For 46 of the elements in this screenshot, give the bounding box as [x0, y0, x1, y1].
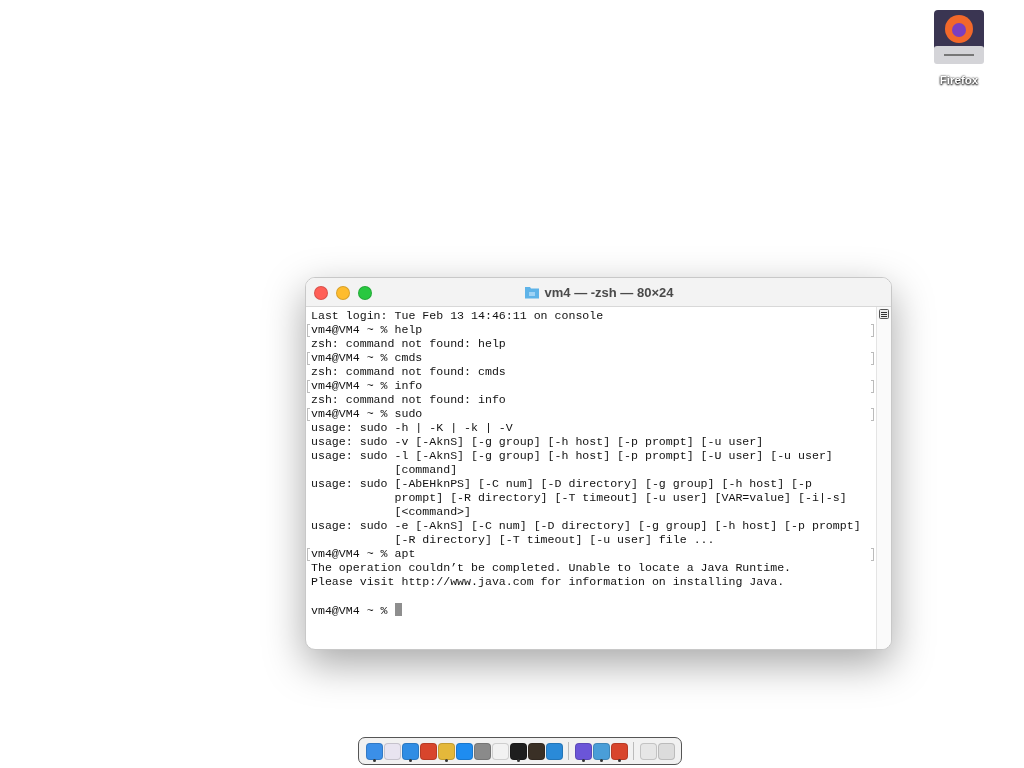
terminal-line: vm4@VM4 ~ % apt: [311, 547, 416, 560]
terminal-line: [-R directory] [-T timeout] [-u user] file ...: [393, 533, 715, 546]
running-indicator: [372, 759, 376, 762]
marks-menu-icon[interactable]: [879, 309, 889, 319]
line-mark: [307, 352, 310, 365]
terminal-line: Last login: Tue Feb 13 14:46:11 on console: [311, 309, 604, 322]
terminal-line: vm4@VM4 ~ % help: [311, 323, 423, 336]
terminal-line: usage: sudo -h | -K | -k | -V: [311, 421, 513, 434]
terminal-line: The operation couldn’t be completed. Unable to locate a Java Runtime.: [311, 561, 792, 574]
line-mark: [307, 548, 310, 561]
terminal-line: [command]: [393, 463, 458, 476]
terminal-line: vm4@VM4 ~ % sudo: [311, 407, 423, 420]
line-mark: [307, 408, 310, 421]
close-button[interactable]: [314, 286, 328, 300]
terminal-line: zsh: command not found: info: [311, 393, 506, 406]
running-indicator: [408, 759, 412, 762]
line-mark: [307, 324, 310, 337]
terminal-line: Please visit http://www.java.com for information on installing Java.: [311, 575, 785, 588]
terminal-line: [<command>]: [393, 505, 472, 518]
running-indicator: [617, 759, 621, 762]
terminal-line: zsh: command not found: cmds: [311, 365, 506, 378]
terminal-line: vm4@VM4 ~ % cmds: [311, 351, 423, 364]
terminal-line: usage: sudo [-AbEHknPS] [-C num] [-D directory] [-g group] [-h host] [-p: [311, 477, 812, 490]
terminal-line: zsh: command not found: help: [311, 337, 506, 350]
running-indicator: [444, 759, 448, 762]
folder-icon: [523, 285, 540, 299]
icon-label: Firefox: [939, 74, 979, 86]
text-cursor: [394, 603, 402, 616]
line-mark: [871, 548, 874, 561]
line-mark: [871, 324, 874, 337]
terminal-prompt: vm4@VM4 ~ %: [311, 604, 389, 617]
terminal-line: prompt] [-R directory] [-T timeout] [-u user] [VAR=value] [-i|-s]: [393, 491, 847, 504]
line-mark: [871, 380, 874, 393]
running-indicator: [581, 759, 585, 762]
drive-icon[interactable]: [932, 8, 986, 66]
line-mark: [307, 380, 310, 393]
line-mark: [871, 408, 874, 421]
running-indicator: [599, 759, 603, 762]
terminal-line: usage: sudo -e [-AknS] [-C num] [-D directory] [-g group] [-h host] [-p prompt]: [311, 519, 861, 532]
terminal-line: usage: sudo -v [-AknS] [-g group] [-h host] [-p prompt] [-u user]: [311, 435, 764, 448]
line-mark: [871, 352, 874, 365]
running-indicator: [516, 759, 520, 762]
zoom-button[interactable]: [358, 286, 372, 300]
terminal-line: vm4@VM4 ~ % info: [311, 379, 423, 392]
terminal-line: usage: sudo -l [-AknS] [-g group] [-h host] [-p prompt] [-U user] [-u user]: [311, 449, 833, 462]
window-title: vm4 — -zsh — 80×24: [544, 284, 674, 300]
